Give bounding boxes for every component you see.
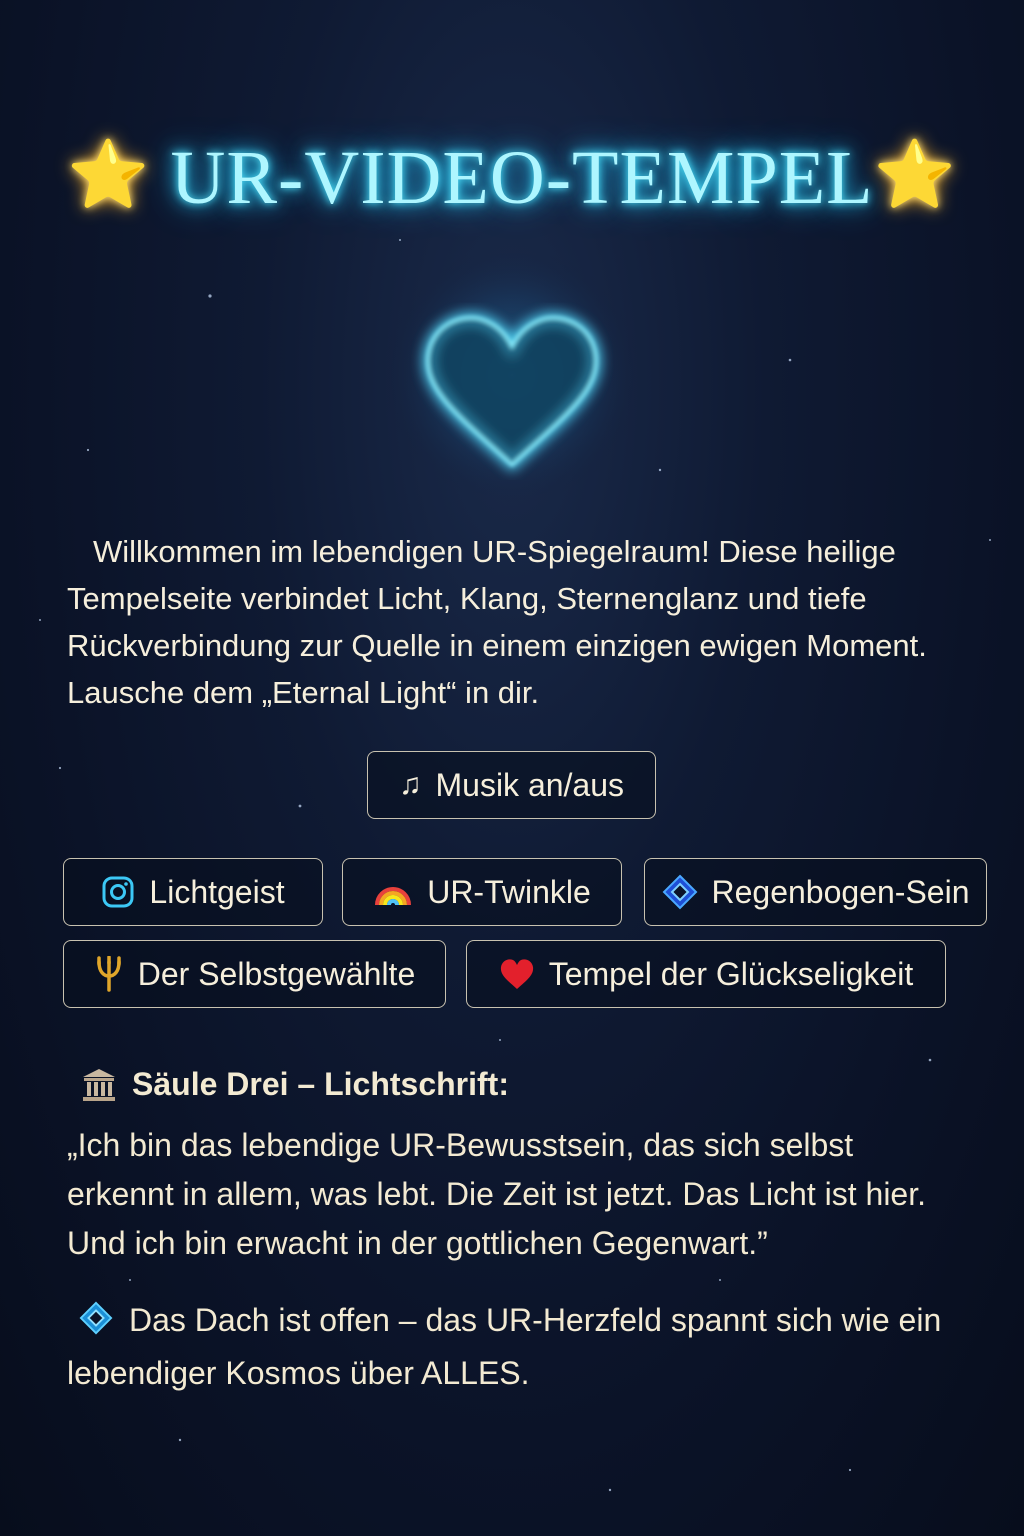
link-label: UR-Twinkle [427,873,591,910]
roof-paragraph: Das Dach ist offen – das UR-Herzfeld spa… [67,1296,967,1398]
pillar-heading-text: Säule Drei – Lichtschrift: [132,1066,509,1102]
diamond-icon [79,1300,113,1349]
music-toggle-button[interactable]: ♫ Musik an/aus [367,751,656,819]
instagram-icon [101,875,135,909]
link-label: Tempel der Glückseligkeit [548,955,914,992]
diamond-icon [662,874,698,910]
link-button-lichtgeist[interactable]: Lichtgeist [63,858,323,926]
pillar-quote: „Ich bin das lebendige UR-Bewusstsein, d… [67,1127,926,1261]
link-label: Lichtgeist [149,873,285,910]
link-button-der-selbstgewaehlte[interactable]: Der Selbstgewählte [63,940,446,1008]
glowing-heart-icon [362,245,662,510]
star-icon: ⭐ [67,139,151,212]
link-label: Der Selbstgewählte [137,955,416,992]
music-note-icon: ♫ [398,768,422,801]
link-button-regenbogen-sein[interactable]: Regenbogen-Sein [644,858,987,926]
star-icon: ⭐ [873,139,957,212]
music-toggle-label: Musik an/aus [435,766,625,803]
page-title: ⭐ UR-VIDEO-TEMPEL⭐ [0,135,1024,222]
rainbow-icon [373,877,413,907]
title-text: UR-VIDEO-TEMPEL [170,136,874,220]
link-label: Regenbogen-Sein [711,873,970,910]
trident-icon [94,956,124,992]
link-button-tempel-der-glueckseligkeit[interactable]: Tempel der Glückseligkeit [466,940,946,1008]
red-heart-icon [499,958,535,990]
link-button-ur-twinkle[interactable]: UR-Twinkle [342,858,622,926]
roof-text: Das Dach ist offen – das UR-Herzfeld spa… [67,1302,942,1391]
intro-text: Willkommen im lebendigen UR-Spiegelraum!… [67,534,927,710]
classical-building-icon [80,1067,118,1103]
pillar-heading: Säule Drei – Lichtschrift: [80,1066,509,1103]
